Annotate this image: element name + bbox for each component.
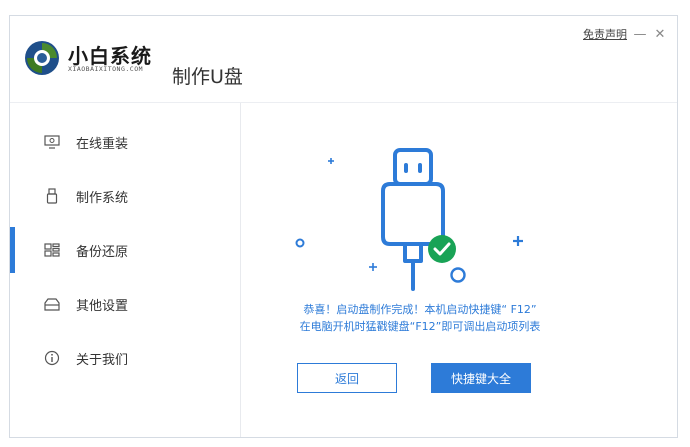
usb-icon [44,188,60,204]
plus-icon [513,236,523,246]
sidebar-item-online-reinstall[interactable]: 在线重装 [10,115,239,169]
disclaimer-link[interactable]: 免责声明 [583,26,627,42]
sidebar-item-label: 其他设置 [76,298,129,314]
window-controls: 免责声明 — ✕ [583,26,667,42]
sidebar: 在线重装 制作系统 备份还原 其他设置 关于我们 [10,103,241,437]
close-button[interactable]: ✕ [653,27,667,42]
sidebar-item-other-settings[interactable]: 其他设置 [10,277,239,331]
minimize-button[interactable]: — [633,27,647,42]
sidebar-item-label: 制作系统 [76,190,129,206]
sidebar-item-about-us[interactable]: 关于我们 [10,331,239,385]
success-message-line2: 在电脑开机时猛戳键盘“F12”即可调出启动项列表 [299,320,541,333]
monitor-icon [44,134,60,150]
success-check-icon [428,235,456,263]
sidebar-item-label: 在线重装 [76,136,129,152]
ring-icon [450,267,466,283]
page-title: 制作U盘 [172,66,243,88]
sidebar-item-backup-restore[interactable]: 备份还原 [10,223,239,277]
box-icon [44,296,60,312]
plus-icon [369,263,377,271]
usb-plug-icon [381,148,445,291]
success-message-line1: 恭喜！启动盘制作完成！本机启动快捷键“ F12” [303,303,537,316]
sidebar-item-make-system[interactable]: 制作系统 [10,169,239,223]
info-icon [44,350,60,366]
dot-icon [295,238,305,248]
logo-icon [25,41,59,75]
sidebar-item-label: 关于我们 [76,352,129,368]
back-button[interactable]: 返回 [297,363,397,393]
active-indicator [10,227,15,273]
usb-success-illustration [295,148,523,291]
hotkeys-button[interactable]: 快捷键大全 [431,363,531,393]
grid-icon [44,242,60,258]
brand-domain: XIAOBAIXITONG.COM [68,65,144,73]
plus-icon [328,158,334,164]
sidebar-item-label: 备份还原 [76,244,129,260]
